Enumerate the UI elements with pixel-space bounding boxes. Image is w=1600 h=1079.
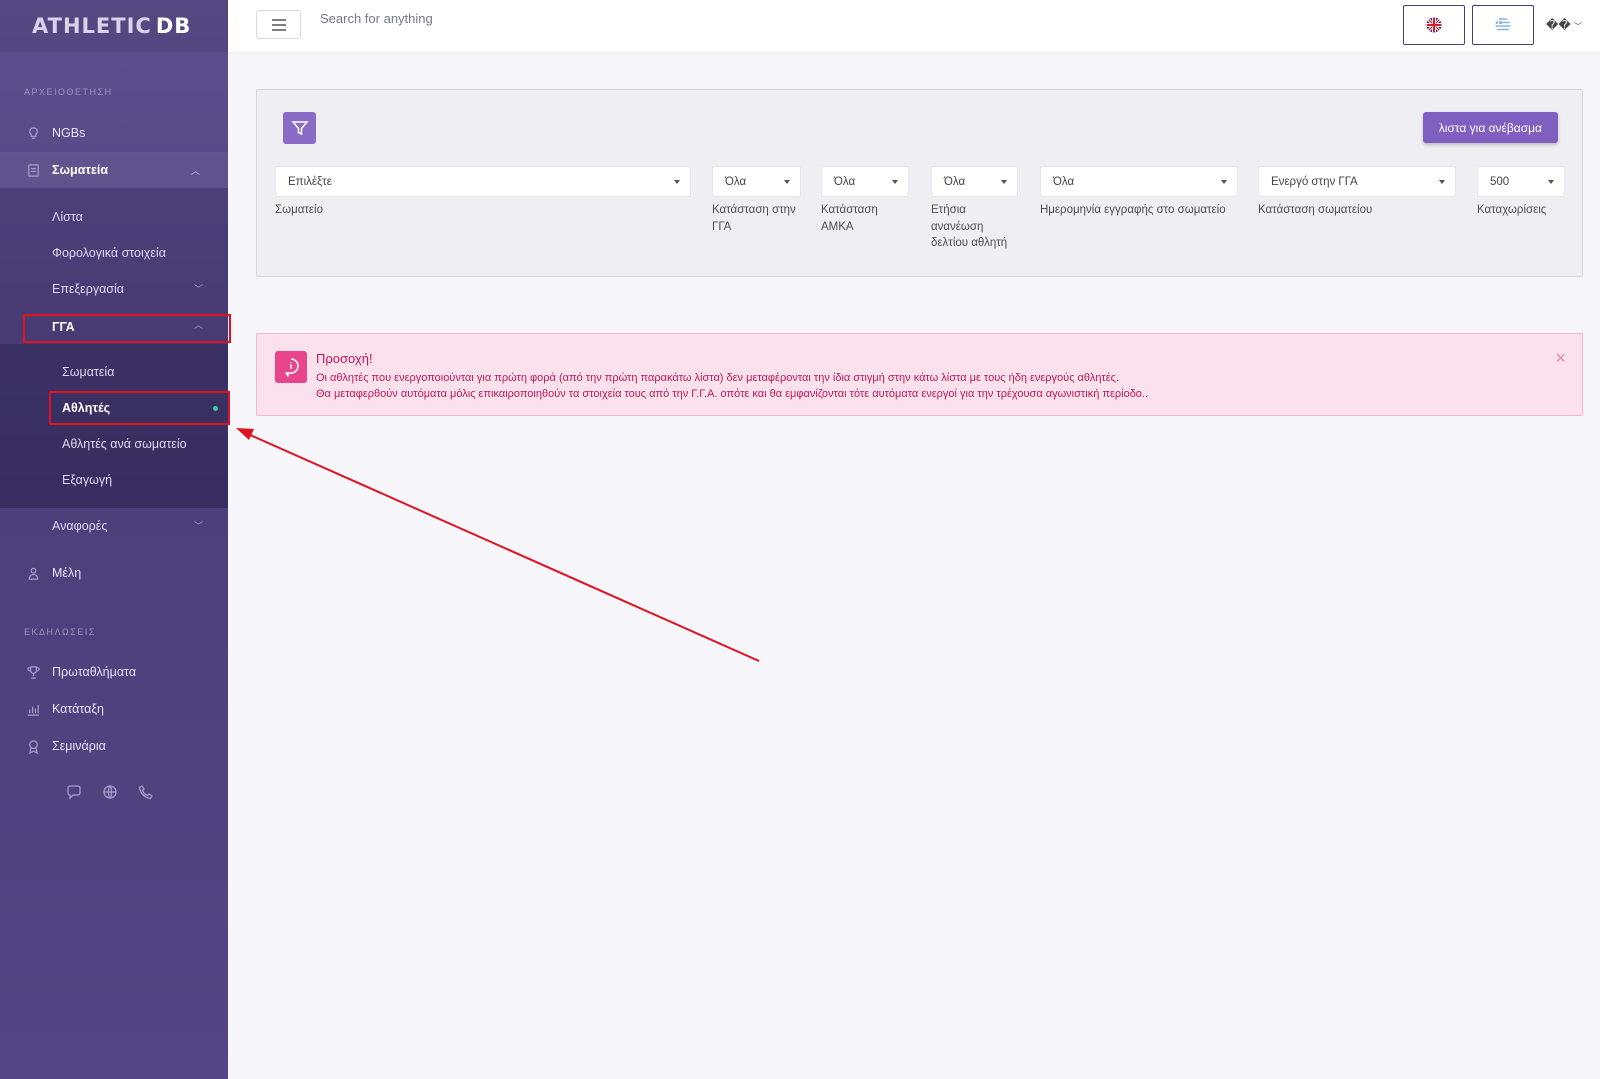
hamburger-icon (271, 18, 286, 31)
caret-down-icon (1221, 180, 1227, 184)
registration-date-label: Ημερομηνία εγγραφής στο σωματείο (1040, 204, 1226, 216)
sidebar-item-seminars[interactable]: Σεμινάρια (0, 728, 228, 764)
language-greek-button[interactable] (1472, 5, 1534, 45)
person-icon (24, 565, 42, 581)
select-value: Όλα (725, 175, 747, 188)
amka-status-select[interactable]: Όλα (821, 166, 909, 197)
alert-message: Οι αθλητές που ενεργοποιούνται για πρώτη… (316, 370, 1148, 402)
app-logo[interactable]: ATHLETIC DB (0, 0, 228, 52)
caret-down-icon (892, 180, 898, 184)
annual-renewal-label: Ετήσια ανανέωση δελτίου αθλητή (931, 204, 1008, 249)
sidebar-subitem-gga-clubs[interactable]: Σωματεία (62, 357, 114, 387)
select-value: Όλα (1053, 175, 1075, 188)
user-label: �� (1546, 18, 1571, 32)
sidebar-item-label: Επεξεργασία (52, 282, 125, 296)
greece-flag-icon (1495, 17, 1511, 33)
sidebar-footer-icons (66, 784, 154, 805)
filter-icon (283, 112, 316, 144)
club-status-select[interactable]: Ενεργό στην ΓΓΑ (1258, 166, 1456, 197)
sidebar-item-members[interactable]: Μέλη (0, 555, 228, 591)
globe-icon[interactable] (102, 784, 118, 805)
sidebar-subitem-export[interactable]: Εξαγωγή (62, 465, 112, 495)
sidebar-item-ranking[interactable]: Κατάταξη (0, 691, 228, 727)
award-icon (24, 738, 42, 754)
club-label: Σωματείο (275, 204, 323, 216)
select-value: Επιλέξτε (288, 175, 332, 188)
gga-status-select[interactable]: Όλα (712, 166, 801, 197)
chevron-down-icon: ﹀ (194, 284, 204, 294)
caret-down-icon (674, 180, 680, 184)
entries-select[interactable]: 500 (1477, 166, 1565, 197)
entries-label: Καταχωρίσεις (1477, 204, 1547, 216)
highlight-box-gga (23, 314, 231, 343)
sidebar-item-label: Κατάταξη (52, 702, 104, 716)
alert-message-line: Θα μεταφερθούν αυτόματα μόλις επικαιροπο… (316, 388, 1149, 400)
alert-title: Προσοχή! (316, 351, 373, 366)
select-value: Ενεργό στην ΓΓΑ (1271, 175, 1358, 188)
amka-status-label: Κατάσταση ΑΜΚΑ (821, 204, 878, 233)
user-menu[interactable]: �� ﹀ (1546, 18, 1582, 32)
club-select[interactable]: Επιλέξτε (275, 166, 691, 197)
sidebar-item-championships[interactable]: Πρωταθλήματα (0, 654, 228, 690)
search-input[interactable] (320, 11, 620, 26)
language-english-button[interactable] (1403, 5, 1465, 45)
annual-renewal-select[interactable]: Όλα (931, 166, 1018, 197)
sidebar-item-label: Σεμινάρια (52, 739, 106, 753)
highlight-box-athletes (49, 391, 230, 425)
sidebar-subitem-athletes-per-club[interactable]: Αθλητές ανά σωματείο (62, 429, 187, 459)
close-icon[interactable]: × (1555, 348, 1566, 369)
info-icon (275, 351, 307, 383)
sidebar-item-label: NGBs (52, 126, 86, 140)
topbar: �� ﹀ (228, 0, 1600, 52)
chevron-up-icon: ︿ (190, 165, 200, 176)
trophy-icon (24, 664, 42, 680)
sidebar-item-clubs[interactable]: Σωματεία ︿ (0, 152, 228, 188)
sidebar-item-label: Μέλη (52, 566, 82, 580)
chevron-down-icon: ﹀ (1574, 22, 1582, 31)
select-value: Όλα (834, 175, 856, 188)
sidebar-item-label: Πρωταθλήματα (52, 665, 137, 679)
warning-alert: Προσοχή! Οι αθλητές που ενεργοποιούνται … (256, 333, 1583, 416)
chevron-down-icon: ﹀ (194, 521, 204, 531)
bar-chart-icon (24, 701, 42, 717)
uk-flag-icon (1426, 17, 1442, 33)
logo-main-text: ATHLETIC (32, 14, 152, 38)
filter-card: λιστα για ανέβασμα Επιλέξτε Σωματείο Όλα… (256, 89, 1583, 277)
club-status-label: Κατάσταση σωματείου (1258, 204, 1373, 216)
lightbulb-icon (24, 125, 42, 141)
caret-down-icon (1439, 180, 1445, 184)
logo-suffix-text: DB (155, 14, 192, 38)
sidebar-item-label: Σωματεία (52, 163, 109, 177)
section-label-archiving: ΑΡΧΕΙΟΘΕΤΗΣΗ (24, 87, 113, 97)
caret-down-icon (1548, 180, 1554, 184)
registration-date-select[interactable]: Όλα (1040, 166, 1238, 197)
menu-toggle-button[interactable] (256, 10, 301, 39)
section-label-events: ΕΚΔΗΛΩΣΕΙΣ (24, 627, 96, 637)
gga-status-label: Κατάσταση στην ΓΓΑ (712, 204, 796, 233)
sidebar-item-ngbs[interactable]: NGBs (0, 115, 228, 151)
alert-message-line: Οι αθλητές που ενεργοποιούνται για πρώτη… (316, 372, 1120, 384)
sidebar-subitem-list[interactable]: Λίστα (52, 202, 83, 232)
select-value: Όλα (944, 175, 966, 188)
sidebar-subitem-reports[interactable]: Αναφορές (52, 511, 107, 541)
chat-icon[interactable] (66, 784, 82, 805)
phone-icon[interactable] (138, 784, 154, 805)
caret-down-icon (784, 180, 790, 184)
document-icon (24, 162, 42, 178)
caret-down-icon (1001, 180, 1007, 184)
sidebar-subitem-processing[interactable]: Επεξεργασία (52, 274, 202, 304)
sidebar-subitem-tax[interactable]: Φορολογικά στοιχεία (52, 238, 166, 268)
upload-list-button[interactable]: λιστα για ανέβασμα (1422, 112, 1558, 143)
select-value: 500 (1490, 175, 1510, 188)
sidebar: ATHLETIC DB ΑΡΧΕΙΟΘΕΤΗΣΗ NGBs Σωματεία ︿ … (0, 0, 231, 1079)
